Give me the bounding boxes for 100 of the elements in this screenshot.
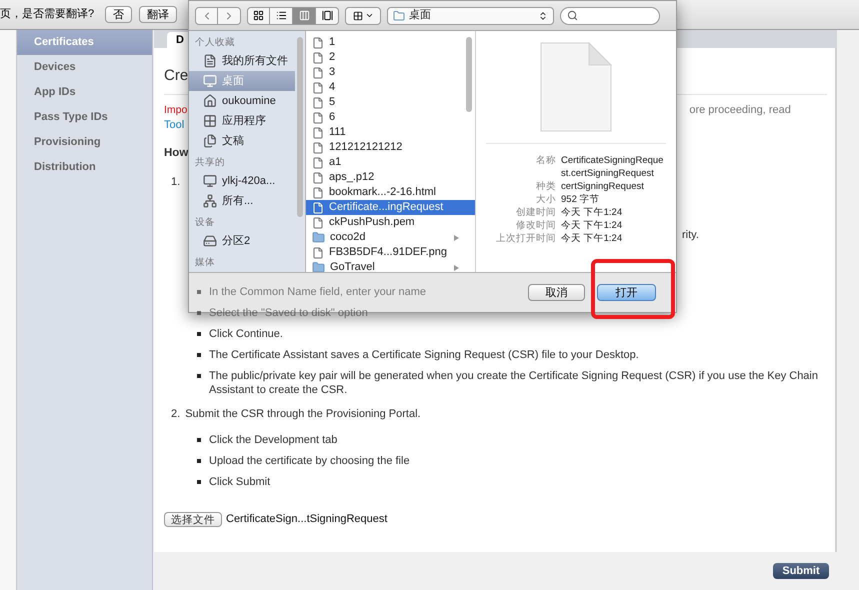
sidebar-location[interactable]: 所有... <box>189 191 295 211</box>
file-row[interactable]: 3 <box>306 65 475 80</box>
location-icon <box>203 74 217 88</box>
document-icon <box>312 156 324 168</box>
back-button[interactable] <box>195 6 218 24</box>
translate-bar-button[interactable]: 否 <box>105 6 132 23</box>
file-row[interactable]: coco2d <box>306 230 475 245</box>
file-name: CertificateSign...tSigningRequest <box>226 512 388 528</box>
info-value: certSigningRequest <box>561 180 645 193</box>
file-row[interactable]: 4 <box>306 80 475 95</box>
info-label: 名称 <box>535 154 556 168</box>
columns-icon <box>298 10 310 21</box>
location-icon <box>203 234 217 248</box>
sidebar-location[interactable]: 应用程序 <box>189 111 295 131</box>
bullet-icon <box>197 332 201 336</box>
document-icon <box>312 172 324 184</box>
sidebar-heading: 设备 <box>194 216 215 230</box>
file-row[interactable]: Certificate...ingRequest <box>306 200 475 215</box>
bullet-text: Click Continue. <box>209 327 283 342</box>
submit-button[interactable]: Submit <box>773 563 829 579</box>
file-row[interactable]: a1 <box>306 155 475 170</box>
open-button[interactable]: 打开 <box>597 284 656 301</box>
document-icon <box>312 126 324 138</box>
file-row[interactable]: ckPushPush.pem <box>306 215 475 230</box>
file-row[interactable]: bookmark...-2-16.html <box>306 185 475 200</box>
bullet-text: In the Common Name field, enter your name <box>209 285 426 300</box>
list-view-button[interactable] <box>270 6 293 24</box>
info-value: 今天 下午1:24 <box>561 232 624 245</box>
document-icon <box>312 66 324 78</box>
location-icon <box>203 94 217 108</box>
bullet-icon <box>197 353 201 358</box>
sidebar-heading: 共享的 <box>194 156 225 170</box>
info-label: 种类 <box>535 180 556 193</box>
translate-prompt: 页，是否需要翻译? <box>0 7 94 22</box>
sidebar-item[interactable]: Provisioning <box>17 130 152 155</box>
folder-icon <box>312 261 325 272</box>
bullet-icon <box>197 459 201 464</box>
search-icon <box>567 10 578 21</box>
sidebar-location[interactable]: 分区2 <box>189 231 295 251</box>
caret-icon <box>364 11 374 20</box>
info-label: 上次打开时间 <box>495 232 556 245</box>
gallery-icon <box>322 10 332 21</box>
file-row[interactable]: aps_.p12 <box>306 170 475 185</box>
folder-icon <box>393 10 405 22</box>
info-label: 创建时间 <box>515 206 556 219</box>
sidebar-location[interactable]: 我的所有文件 <box>189 51 295 71</box>
grid-icon <box>253 10 264 21</box>
location-dropdown[interactable]: 桌面 <box>387 6 554 24</box>
location-icon <box>203 174 217 188</box>
sidebar-location[interactable]: oukoumine <box>189 91 295 111</box>
translate-bar-button[interactable]: 翻译 <box>139 6 178 23</box>
forward-button[interactable] <box>218 6 241 24</box>
bullet-icon <box>197 374 201 378</box>
bullet-text: Select the "Saved to disk" option <box>209 306 368 320</box>
bullet-icon <box>197 438 201 442</box>
file-row[interactable]: 6 <box>306 110 475 125</box>
bullet-text: Click the Development tab <box>209 433 338 448</box>
step-number: 1. <box>171 175 180 190</box>
sidebar-item[interactable]: Pass Type IDs <box>17 105 152 130</box>
bullet-text: Click Submit <box>209 475 270 490</box>
sidebar-location[interactable]: ylkj-420a... <box>189 171 295 191</box>
file-row[interactable]: 121212121212 <box>306 140 475 155</box>
bullet-icon <box>197 290 201 294</box>
tools-link[interactable]: Tool <box>164 117 184 130</box>
search-field[interactable] <box>560 6 660 24</box>
bullet-text: Upload the certificate by choosing the file <box>209 454 410 468</box>
step-text: rity. <box>682 229 699 242</box>
folder-icon <box>312 231 325 244</box>
sidebar-item[interactable]: Devices <box>17 55 152 80</box>
location-icon <box>203 194 217 208</box>
sidebar-item[interactable]: Distribution <box>17 155 152 180</box>
disclosure-arrow-icon <box>454 234 459 240</box>
icon-view-button[interactable] <box>247 6 270 24</box>
location-icon <box>203 54 217 68</box>
info-label: 大小 <box>535 193 556 206</box>
document-icon <box>312 112 324 124</box>
file-row[interactable]: 2 <box>306 50 475 65</box>
bullet-text: The Certificate Assistant saves a Certificate Signing Request (CSR) file to your Desktop. <box>209 348 639 362</box>
warning-text: Impo <box>164 102 188 118</box>
bullet-icon <box>197 480 201 484</box>
info-value: 今天 下午1:24 <box>561 219 624 232</box>
file-row[interactable]: 5 <box>306 95 475 110</box>
notice-text: ore proceeding, read <box>689 103 791 118</box>
cover-flow-button[interactable] <box>316 6 339 24</box>
choose-file-button[interactable]: 选择文件 <box>164 512 222 527</box>
info-value: 952 字节 <box>561 193 600 206</box>
caret-icon <box>538 10 548 20</box>
step-number: 2. <box>171 407 180 422</box>
sidebar-location[interactable]: 文稿 <box>189 131 295 151</box>
file-row[interactable]: FB3B5DF4...91DEF.png <box>306 245 475 260</box>
file-row[interactable]: 111 <box>306 125 475 140</box>
document-icon <box>312 52 324 64</box>
document-icon <box>312 246 324 258</box>
document-icon <box>312 202 324 214</box>
file-row[interactable]: 1 <box>306 35 475 50</box>
arrange-button[interactable] <box>345 6 381 24</box>
cancel-button[interactable]: 取消 <box>528 284 585 301</box>
document-icon <box>312 82 324 94</box>
location-icon <box>203 134 217 148</box>
sidebar-item[interactable]: App IDs <box>17 80 152 105</box>
